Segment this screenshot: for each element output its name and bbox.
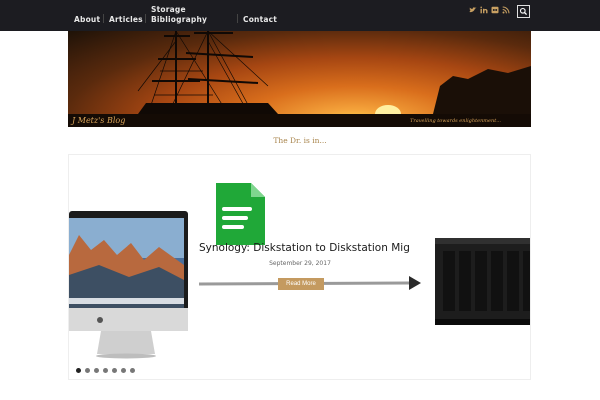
top-navigation-bar: About Articles Storage Bibliography Cont… xyxy=(0,0,600,31)
sailing-ship-sunset-graphic xyxy=(68,31,531,127)
header-banner-image[interactable]: J Metz's Blog Travelling towards enlight… xyxy=(68,31,531,127)
read-more-button[interactable]: Read More xyxy=(278,278,324,290)
nav-divider xyxy=(103,14,104,23)
slider-pagination xyxy=(76,368,135,373)
post-date: September 29, 2017 xyxy=(269,260,331,267)
nav-articles[interactable]: Articles xyxy=(109,15,143,25)
migration-illustration xyxy=(69,183,530,359)
slider-dot-1[interactable] xyxy=(76,368,81,373)
slider-dot-4[interactable] xyxy=(103,368,108,373)
synology-nas-image xyxy=(435,238,530,325)
site-subtitle: The Dr. is in... xyxy=(273,136,327,145)
nav-divider xyxy=(145,14,146,23)
slider-dot-5[interactable] xyxy=(112,368,117,373)
search-button[interactable] xyxy=(517,5,530,18)
document-icon xyxy=(216,183,265,245)
nav-contact[interactable]: Contact xyxy=(243,15,277,25)
blog-tagline: Travelling towards enlightenment... xyxy=(409,118,501,124)
slider-dot-6[interactable] xyxy=(121,368,126,373)
nav-divider xyxy=(237,14,238,23)
slider-dot-2[interactable] xyxy=(85,368,90,373)
twitter-icon[interactable] xyxy=(469,6,477,16)
search-icon xyxy=(519,7,528,16)
linkedin-icon[interactable] xyxy=(480,6,488,16)
post-title[interactable]: Synology: Diskstation to Diskstation Mig… xyxy=(199,242,409,254)
nav-storage-bibliography[interactable]: Storage Bibliography xyxy=(151,5,211,25)
featured-post-slider[interactable]: Synology: Diskstation to Diskstation Mig… xyxy=(68,154,531,380)
slider-dot-3[interactable] xyxy=(94,368,99,373)
nav-about[interactable]: About xyxy=(74,15,100,25)
rss-icon[interactable] xyxy=(502,6,510,16)
imac-image xyxy=(69,211,188,359)
blog-brand: J Metz's Blog xyxy=(72,116,126,125)
flickr-icon[interactable] xyxy=(491,6,499,16)
slider-dot-7[interactable] xyxy=(130,368,135,373)
